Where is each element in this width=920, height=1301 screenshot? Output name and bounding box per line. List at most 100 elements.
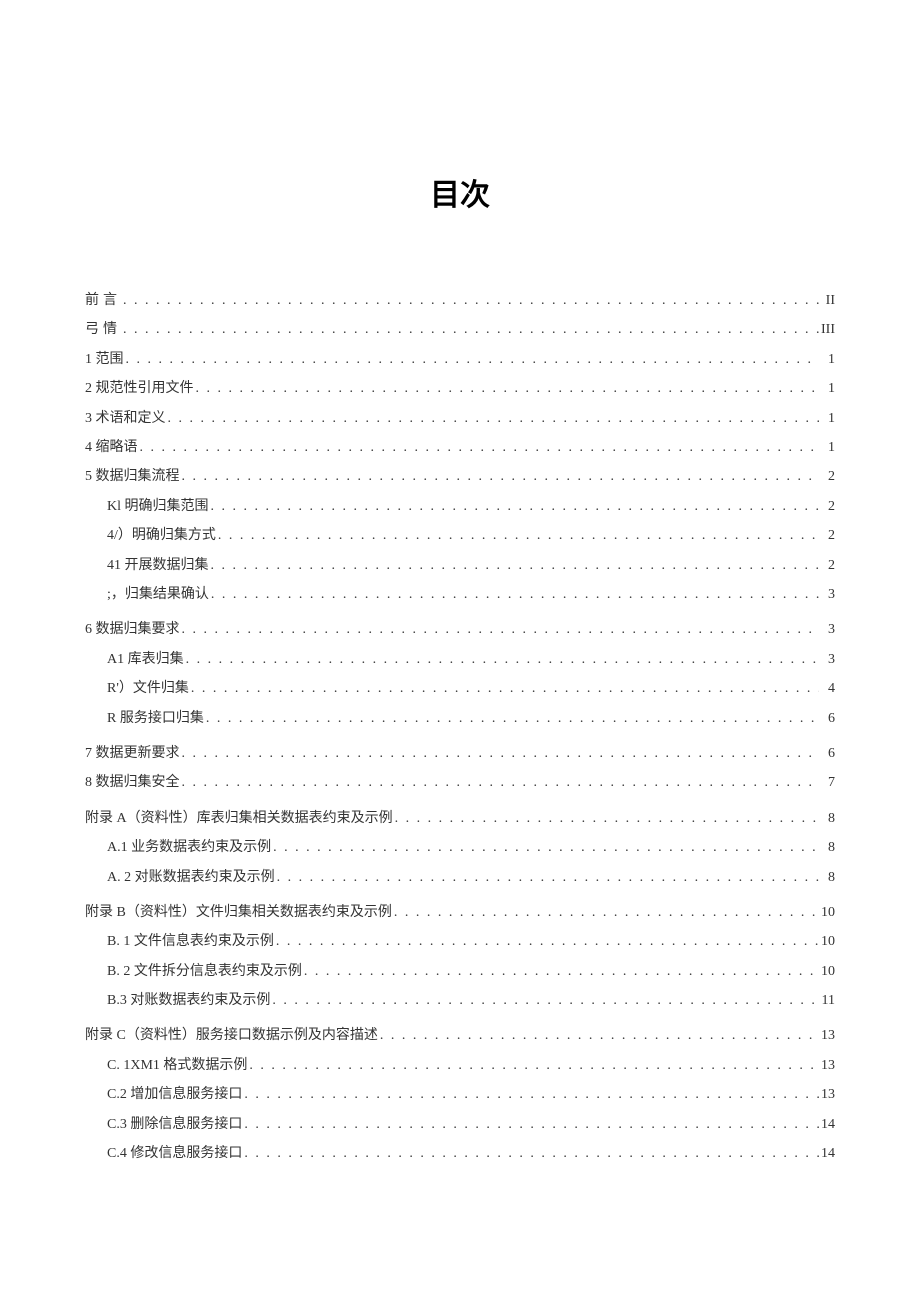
toc-entry: 弓情 III [85,315,835,344]
toc-entry: 前言 II [85,286,835,315]
toc-entry: B.3 对账数据表约束及示例11 [85,986,835,1015]
toc-leader-dots [182,615,820,644]
toc-entry: 6 数据归集要求3 [85,615,835,644]
toc-entry-page: 2 [821,551,835,580]
toc-leader-dots [206,704,819,733]
toc-entry: Kl 明确归集范围 2 [85,492,835,521]
toc-entry: 附录 B（资料性）文件归集相关数据表约束及示例 10 [85,898,835,927]
toc-entry: R 服务接口归集6 [85,704,835,733]
toc-leader-dots [182,768,820,797]
toc-leader-dots [211,492,820,521]
toc-entry-page: 8 [821,804,835,833]
toc-entry: 41 开展数据归集 2 [85,551,835,580]
toc-entry-label: 41 开展数据归集 [107,551,209,580]
toc-entry-page: 1 [821,374,835,403]
toc-entry-page: 1 [821,404,835,433]
toc-entry-label: 4/）明确归集方式 [107,521,216,550]
toc-entry-label: 附录 C（资料性）服务接口数据示例及内容描述 [85,1021,378,1050]
toc-leader-dots [273,833,819,862]
toc-entry: 5 数据归集流程2 [85,462,835,491]
toc-entry-page: 13 [821,1021,835,1050]
toc-leader-dots [140,433,820,462]
toc-entry: C.4 修改信息服务接口 14 [85,1139,835,1168]
toc-leader-dots [182,462,820,491]
toc-entry: ;，归集结果确认3 [85,580,835,609]
toc-entry: B. 1 文件信息表约束及示例 10 [85,927,835,956]
toc-entry-label: 弓情 [85,315,121,344]
toc-entry-page: 13 [821,1080,835,1109]
toc-leader-dots [395,804,819,833]
toc-leader-dots [304,957,819,986]
toc-entry: 3 术语和定义 1 [85,404,835,433]
toc-leader-dots [272,986,819,1015]
toc-leader-dots [123,286,819,315]
toc-entry-page: 14 [821,1110,835,1139]
toc-leader-dots [126,345,820,374]
toc-leader-dots [276,927,819,956]
toc-entry-label: A1 库表归集 [107,645,184,674]
toc-list: 前言II弓情III1 范围12 规范性引用文件13 术语和定义14 缩略语15 … [85,286,835,1168]
toc-entry: 附录 C（资料性）服务接口数据示例及内容描述 13 [85,1021,835,1050]
toc-entry-label: C.2 增加信息服务接口 [107,1080,242,1109]
toc-entry: A.1 业务数据表约束及示例 8 [85,833,835,862]
toc-entry-page: 2 [821,492,835,521]
toc-entry: R'）文件归集4 [85,674,835,703]
toc-entry: 4/）明确归集方式 2 [85,521,835,550]
toc-entry-label: A.1 业务数据表约束及示例 [107,833,271,862]
toc-entry: A. 2 对账数据表约束及示例8 [85,863,835,892]
toc-entry-page: 8 [821,833,835,862]
toc-entry-label: 附录 B（资料性）文件归集相关数据表约束及示例 [85,898,392,927]
toc-leader-dots [168,404,820,433]
toc-leader-dots [218,521,819,550]
toc-entry-label: C. 1XM1 格式数据示例 [107,1051,247,1080]
toc-entry-page: 10 [821,957,835,986]
toc-entry: 1 范围1 [85,345,835,374]
toc-entry-label: Kl 明确归集范围 [107,492,209,521]
toc-leader-dots [244,1139,819,1168]
toc-entry-page: 10 [821,898,835,927]
toc-entry-label: 8 数据归集安全 [85,768,180,797]
toc-entry: 8 数据归集安全7 [85,768,835,797]
toc-leader-dots [244,1110,819,1139]
toc-entry-label: 1 范围 [85,345,124,374]
toc-entry: C.3 删除信息服务接口 14 [85,1110,835,1139]
toc-entry-page: 3 [821,645,835,674]
toc-entry-label: 3 术语和定义 [85,404,166,433]
toc-leader-dots [182,739,820,768]
toc-leader-dots [380,1021,819,1050]
toc-entry-page: 14 [821,1139,835,1168]
toc-entry-page: 11 [821,986,835,1015]
toc-leader-dots [123,315,819,344]
toc-entry-page: 6 [821,704,835,733]
toc-entry-label: 5 数据归集流程 [85,462,180,491]
toc-entry: 附录 A（资料性）库表归集相关数据表约束及示例8 [85,804,835,833]
toc-entry-page: III [821,315,835,344]
toc-entry-page: 3 [821,580,835,609]
toc-leader-dots [191,674,819,703]
toc-entry-page: 3 [821,615,835,644]
toc-title: 目次 [85,170,835,214]
toc-leader-dots [211,551,820,580]
toc-entry: C. 1XM1 格式数据示例13 [85,1051,835,1080]
toc-leader-dots [394,898,819,927]
toc-entry-label: 4 缩略语 [85,433,138,462]
toc-entry-label: C.3 删除信息服务接口 [107,1110,242,1139]
toc-entry-label: B. 2 文件拆分信息表约束及示例 [107,957,302,986]
toc-entry-label: B. 1 文件信息表约束及示例 [107,927,274,956]
toc-entry-label: C.4 修改信息服务接口 [107,1139,242,1168]
toc-entry-page: 2 [821,521,835,550]
toc-leader-dots [249,1051,819,1080]
toc-entry: C.2 增加信息服务接口 13 [85,1080,835,1109]
toc-entry-label: 前言 [85,286,121,315]
toc-leader-dots [277,863,819,892]
toc-entry: A1 库表归集 3 [85,645,835,674]
toc-leader-dots [186,645,819,674]
toc-entry-page: 10 [821,927,835,956]
page: 目次 前言 II 弓情 III1 范围12 规范性引用文件 1 3 术语和定义 1 4 缩略语… [0,0,920,1301]
toc-leader-dots [196,374,820,403]
toc-entry-label: 2 规范性引用文件 [85,374,194,403]
toc-entry: 2 规范性引用文件 1 [85,374,835,403]
toc-entry-label: 7 数据更新要求 [85,739,180,768]
toc-entry: B. 2 文件拆分信息表约束及示例 10 [85,957,835,986]
toc-entry-page: II [821,286,835,315]
